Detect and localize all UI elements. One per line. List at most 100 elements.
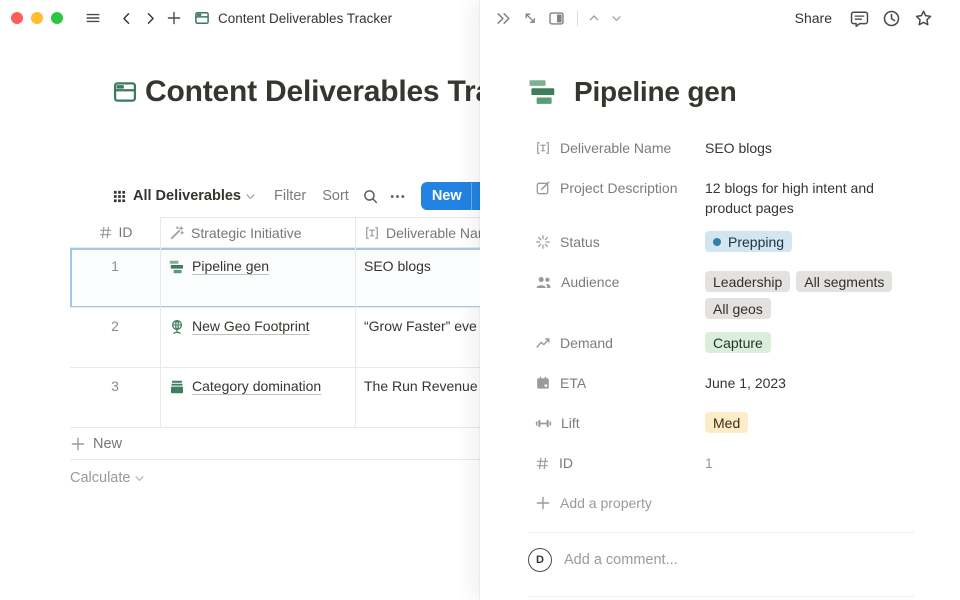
nav-back-icon[interactable] bbox=[119, 11, 134, 26]
new-button[interactable]: New bbox=[421, 182, 480, 210]
cell-id[interactable]: 1 bbox=[70, 248, 160, 308]
page-link[interactable]: Pipeline gen bbox=[192, 258, 269, 274]
page-icon[interactable] bbox=[112, 79, 138, 105]
page-header: Content Deliverables Tracker bbox=[112, 72, 480, 112]
property-label-text: Deliverable Name bbox=[560, 140, 671, 156]
status-icon bbox=[535, 234, 551, 250]
column-header-id[interactable]: ID bbox=[70, 217, 160, 248]
column-header-label: ID bbox=[119, 224, 133, 240]
collapse-panel-icon[interactable] bbox=[495, 10, 512, 27]
add-row-label: New bbox=[93, 436, 122, 452]
column-header-deliverable-name[interactable]: Deliverable Name bbox=[355, 217, 480, 248]
property-value[interactable]: 12 blogs for high intent and product pag… bbox=[705, 172, 914, 218]
property-label[interactable]: Audience bbox=[535, 266, 705, 298]
search-icon[interactable] bbox=[362, 188, 379, 205]
new-dropdown-icon[interactable] bbox=[472, 190, 480, 203]
minimize-window-button[interactable] bbox=[31, 12, 43, 24]
calculate-button[interactable]: Calculate bbox=[70, 468, 146, 488]
page-link[interactable]: New Geo Footprint bbox=[192, 318, 310, 334]
bottom-divider bbox=[528, 596, 914, 597]
cell-id[interactable]: 2 bbox=[70, 308, 160, 368]
window-titlebar: Content Deliverables Tracker bbox=[0, 0, 480, 36]
status-dot bbox=[713, 238, 721, 246]
table-row[interactable]: 1 Pipeline gen SEO blogs bbox=[70, 248, 480, 308]
property-value[interactable]: Capture bbox=[705, 327, 914, 353]
share-button[interactable]: Share bbox=[790, 10, 837, 26]
property-value[interactable]: 1 bbox=[705, 447, 914, 473]
property-value[interactable]: Prepping bbox=[705, 226, 914, 252]
new-button-label[interactable]: New bbox=[421, 188, 471, 204]
page-link[interactable]: Category domination bbox=[192, 378, 321, 394]
property-row-status: Status Prepping bbox=[535, 226, 914, 258]
filter-button[interactable]: Filter bbox=[274, 188, 306, 204]
property-label[interactable]: Project Description bbox=[535, 172, 705, 204]
add-row-button[interactable]: New bbox=[70, 428, 480, 460]
cell-deliverable-name[interactable]: The Run Revenue S bbox=[355, 368, 480, 428]
tag-pill[interactable]: Prepping bbox=[705, 231, 792, 252]
zoom-window-button[interactable] bbox=[51, 12, 63, 24]
close-window-button[interactable] bbox=[11, 12, 23, 24]
table-row[interactable]: 3 Category domination The Run Revenue S bbox=[70, 368, 480, 428]
chevron-down-icon[interactable] bbox=[244, 190, 257, 203]
hash-icon bbox=[535, 456, 550, 471]
expand-page-icon[interactable] bbox=[522, 10, 538, 26]
table-row[interactable]: 2 New Geo Footprint “Grow Faster” eve bbox=[70, 308, 480, 368]
view-switcher[interactable]: All Deliverables bbox=[133, 188, 241, 204]
new-page-icon[interactable] bbox=[166, 10, 182, 26]
more-options-icon[interactable] bbox=[389, 188, 406, 205]
comment-row: D Add a comment... bbox=[528, 544, 914, 576]
cell-strategic-initiative[interactable]: Category domination bbox=[160, 368, 355, 428]
next-record-icon[interactable] bbox=[610, 12, 623, 25]
updates-clock-icon[interactable] bbox=[882, 9, 901, 28]
record-title-text[interactable]: Pipeline gen bbox=[574, 76, 737, 108]
tag-pill[interactable]: All geos bbox=[705, 298, 771, 319]
property-label[interactable]: Demand bbox=[535, 327, 705, 359]
add-property-label: Add a property bbox=[560, 495, 652, 511]
side-peek-mode-icon[interactable] bbox=[548, 10, 565, 27]
property-label[interactable]: Status bbox=[535, 226, 705, 258]
header-divider bbox=[577, 11, 578, 26]
property-label[interactable]: ETA bbox=[535, 367, 705, 399]
record-page-icon[interactable] bbox=[528, 77, 558, 107]
page-title[interactable]: Content Deliverables Tracker bbox=[145, 75, 480, 109]
tag-pill[interactable]: Med bbox=[705, 412, 748, 433]
nav-forward-icon[interactable] bbox=[143, 11, 158, 26]
panel-header: Share bbox=[480, 0, 960, 36]
archive-icon bbox=[169, 379, 185, 395]
add-property-button[interactable]: Add a property bbox=[535, 487, 914, 519]
cell-deliverable-name[interactable]: SEO blogs bbox=[355, 248, 480, 308]
cell-strategic-initiative[interactable]: New Geo Footprint bbox=[160, 308, 355, 368]
property-value[interactable]: June 1, 2023 bbox=[705, 367, 914, 393]
property-label-text: ETA bbox=[560, 375, 586, 391]
sort-button[interactable]: Sort bbox=[322, 188, 349, 204]
property-label[interactable]: ID bbox=[535, 447, 705, 479]
cell-id[interactable]: 3 bbox=[70, 368, 160, 428]
breadcrumb-title[interactable]: Content Deliverables Tracker bbox=[218, 11, 392, 26]
tag-pill[interactable]: Leadership bbox=[705, 271, 790, 292]
comment-input[interactable]: Add a comment... bbox=[564, 552, 678, 568]
favorite-star-icon[interactable] bbox=[914, 9, 933, 28]
deliverables-table: ID Strategic InitiativeDeliverable Name 1… bbox=[70, 217, 480, 428]
property-label[interactable]: Lift bbox=[535, 407, 705, 439]
prev-record-icon[interactable] bbox=[587, 11, 601, 25]
property-value[interactable]: Med bbox=[705, 407, 914, 433]
property-row-id: ID1 bbox=[535, 447, 914, 479]
panel-body: Deliverable Name SEO blogsProject Descrip… bbox=[528, 132, 914, 576]
table-body: 1 Pipeline gen SEO blogs 2 New Geo Footprint… bbox=[70, 248, 480, 428]
property-label-text: Status bbox=[560, 234, 600, 250]
tag-pill[interactable]: All segments bbox=[796, 271, 892, 292]
cell-deliverable-name[interactable]: “Grow Faster” eve bbox=[355, 308, 480, 368]
property-label[interactable]: Deliverable Name bbox=[535, 132, 705, 164]
title-icon bbox=[535, 140, 551, 156]
property-value[interactable]: Leadership All segments All geos bbox=[705, 266, 914, 319]
property-row-audience: AudienceLeadership All segments All geos bbox=[535, 266, 914, 319]
property-value[interactable]: SEO blogs bbox=[705, 132, 914, 158]
sidebar-menu-icon[interactable] bbox=[85, 10, 101, 26]
comments-icon[interactable] bbox=[850, 9, 869, 28]
cell-strategic-initiative[interactable]: Pipeline gen bbox=[160, 248, 355, 308]
chevron-down-icon bbox=[133, 472, 146, 485]
column-header-strategic-initiative[interactable]: Strategic Initiative bbox=[160, 217, 355, 248]
tag-pill[interactable]: Capture bbox=[705, 332, 771, 353]
chart-icon bbox=[535, 335, 551, 351]
calculate-label: Calculate bbox=[70, 470, 130, 486]
